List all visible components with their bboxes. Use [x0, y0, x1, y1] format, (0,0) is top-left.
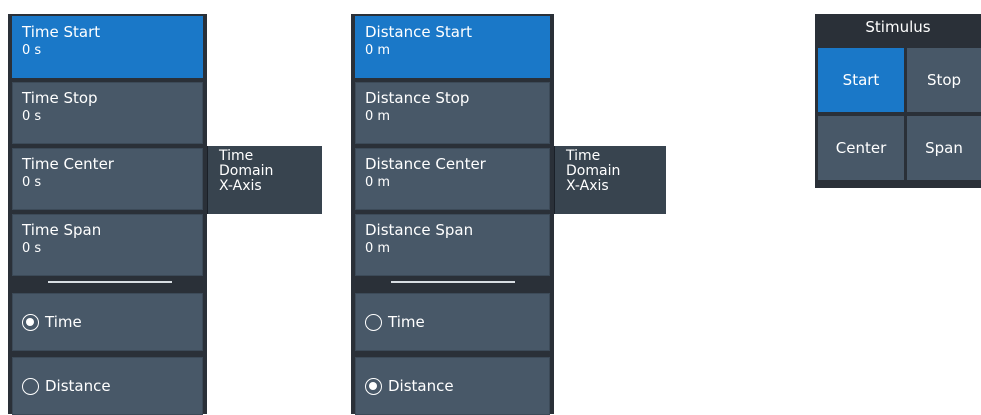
- start-button[interactable]: Start: [818, 48, 904, 112]
- softkey-value: 0 s: [22, 109, 42, 124]
- softkey-title: Distance Center: [365, 155, 486, 173]
- distance-softkey-panel: Distance Start 0 m Distance Stop 0 m Dis…: [351, 14, 554, 415]
- softkey-value: 0 s: [22, 175, 42, 190]
- span-button[interactable]: Span: [907, 116, 981, 180]
- time-start-softkey[interactable]: Time Start 0 s: [12, 16, 203, 78]
- group-label-line: X-Axis: [566, 178, 609, 194]
- time-softkey-panel: Time Start 0 s Time Stop 0 s Time Center…: [8, 14, 207, 415]
- softkey-title: Distance Span: [365, 221, 474, 239]
- time-domain-x-axis-label: Time Domain X-Axis: [554, 146, 666, 214]
- separator-line: [48, 281, 172, 283]
- separator-line: [391, 281, 515, 283]
- time-domain-x-axis-label: Time Domain X-Axis: [207, 146, 322, 214]
- softkey-title: Distance Stop: [365, 89, 470, 107]
- group-label-line: Domain: [566, 163, 621, 179]
- span-label: Span: [925, 139, 963, 157]
- time-radio-softkey[interactable]: Time: [355, 293, 550, 351]
- radio-label: Time: [45, 313, 82, 331]
- group-label-line: Domain: [219, 163, 274, 179]
- softkey-title: Distance Start: [365, 23, 472, 41]
- distance-radio-softkey[interactable]: Distance: [12, 357, 203, 415]
- radio-label: Time: [388, 313, 425, 331]
- distance-start-softkey[interactable]: Distance Start 0 m: [355, 16, 550, 78]
- radio-unchecked-icon: [22, 377, 39, 395]
- radio-label: Distance: [45, 377, 111, 395]
- stimulus-title: Stimulus: [865, 18, 931, 36]
- group-label-line: Time: [219, 148, 254, 164]
- distance-stop-softkey[interactable]: Distance Stop 0 m: [355, 82, 550, 144]
- time-span-softkey[interactable]: Time Span 0 s: [12, 214, 203, 276]
- distance-center-softkey[interactable]: Distance Center 0 m: [355, 148, 550, 210]
- stop-button[interactable]: Stop: [907, 48, 981, 112]
- softkey-value: 0 m: [365, 43, 391, 58]
- softkey-title: Time Span: [22, 221, 102, 239]
- softkey-title: Time Start: [22, 23, 101, 41]
- radio-checked-icon: [365, 377, 382, 395]
- center-label: Center: [835, 139, 887, 157]
- softkey-value: 0 m: [365, 109, 391, 124]
- group-label-line: Time: [566, 148, 601, 164]
- softkey-value: 0 s: [22, 241, 42, 256]
- softkey-value: 0 m: [365, 241, 391, 256]
- center-button[interactable]: Center: [818, 116, 904, 180]
- start-label: Start: [842, 71, 880, 89]
- time-center-softkey[interactable]: Time Center 0 s: [12, 148, 203, 210]
- radio-unchecked-icon: [365, 313, 382, 331]
- stimulus-panel: Stimulus Start Stop Center Span: [815, 14, 981, 188]
- time-stop-softkey[interactable]: Time Stop 0 s: [12, 82, 203, 144]
- radio-label: Distance: [388, 377, 454, 395]
- softkey-value: 0 s: [22, 43, 42, 58]
- radio-checked-icon: [22, 313, 39, 331]
- softkey-value: 0 m: [365, 175, 391, 190]
- time-radio-softkey[interactable]: Time: [12, 293, 203, 351]
- softkey-title: Time Stop: [22, 89, 98, 107]
- stop-label: Stop: [926, 71, 962, 89]
- softkey-title: Time Center: [22, 155, 114, 173]
- distance-span-softkey[interactable]: Distance Span 0 m: [355, 214, 550, 276]
- distance-radio-softkey[interactable]: Distance: [355, 357, 550, 415]
- group-label-line: X-Axis: [219, 178, 262, 194]
